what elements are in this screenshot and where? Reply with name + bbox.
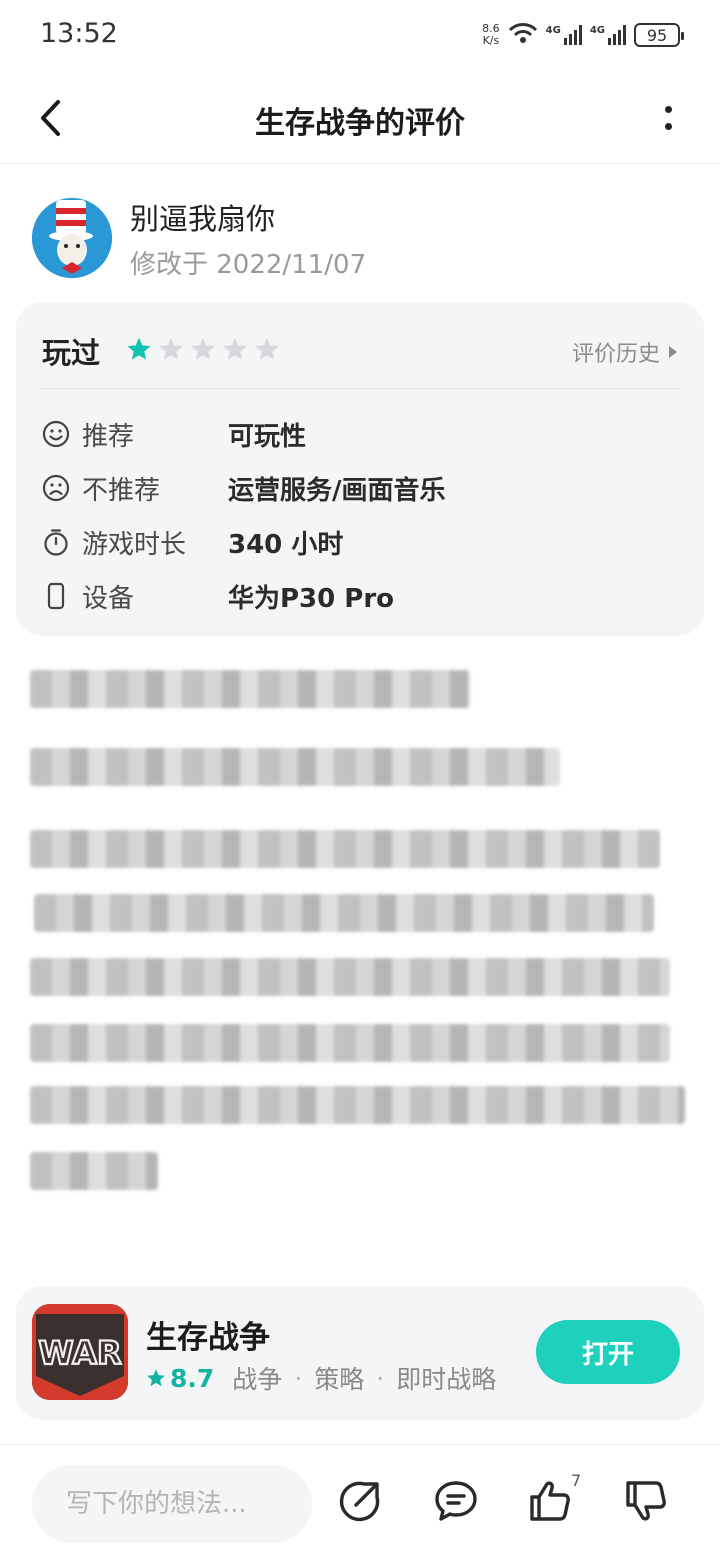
- battery-icon: 95: [634, 23, 684, 47]
- share-icon: [339, 1481, 380, 1522]
- status-bar: 13:52 8.6 K/s 4G 4G 95: [0, 0, 720, 72]
- info-row-recommend: 推荐 可玩性: [42, 414, 306, 454]
- review-summary-card: 玩过 评价历史 推荐 可玩性 不推荐 运营服务/画面音乐 游戏时长 340 小时…: [16, 302, 704, 636]
- phone-icon: [42, 582, 70, 610]
- page-title: 生存战争的评价: [255, 106, 465, 141]
- obscured-text-line: [30, 748, 560, 786]
- bottom-action-bar: 7: [0, 1444, 720, 1560]
- obscured-text-line: [30, 958, 670, 996]
- comment-icon: [435, 1481, 477, 1521]
- info-label: 不推荐: [82, 475, 161, 506]
- review-author: 别逼我扇你 修改于 2022/11/07: [32, 196, 366, 280]
- app-tag: 即时战略: [396, 1365, 497, 1394]
- review-history-link[interactable]: 评价历史: [572, 336, 678, 368]
- star-empty-icon: [191, 337, 215, 360]
- star-icon: [147, 1369, 165, 1387]
- thumbs-down-icon: [626, 1481, 666, 1521]
- status-icons: 8.6 K/s 4G 4G 95: [482, 20, 684, 50]
- avatar[interactable]: [32, 198, 112, 278]
- smile-icon: [42, 420, 70, 448]
- cell-signal-2-icon: 4G: [590, 25, 626, 45]
- info-label: 游戏时长: [82, 529, 187, 560]
- review-date: 修改于 2022/11/07: [130, 249, 367, 280]
- star-empty-icon: [223, 337, 247, 360]
- app-card[interactable]: WAR 生存战争 8.7 战争 · 策略 · 即时战略 打开: [16, 1286, 704, 1420]
- caret-right-icon: [669, 346, 677, 358]
- more-vertical-icon: [664, 106, 672, 113]
- author-name[interactable]: 别逼我扇你: [130, 196, 366, 238]
- comment-input[interactable]: [32, 1465, 312, 1543]
- obscured-text-line: [30, 1152, 158, 1190]
- obscured-text-line: [30, 830, 660, 868]
- info-row-not-recommend: 不推荐 运营服务/画面音乐: [42, 468, 446, 508]
- share-button[interactable]: [334, 1475, 386, 1527]
- app-meta: 8.7 战争 · 策略 · 即时战略: [146, 1360, 496, 1396]
- app-tag: 战争: [232, 1365, 283, 1394]
- more-options-button[interactable]: [656, 96, 680, 140]
- card-divider: [40, 388, 680, 389]
- star-empty-icon: [255, 337, 279, 360]
- app-header: 生存战争的评价: [0, 72, 720, 164]
- comment-button[interactable]: [430, 1475, 482, 1527]
- cell-signal-1-label: 4G: [545, 25, 561, 36]
- info-row-playtime: 游戏时长 340 小时: [42, 522, 343, 562]
- dislike-button[interactable]: [620, 1475, 672, 1527]
- obscured-text-line: [30, 670, 470, 708]
- star-filled-icon: [127, 337, 151, 360]
- app-icon[interactable]: WAR: [32, 1304, 128, 1400]
- app-icon-text: WAR: [38, 1334, 121, 1372]
- cell-signal-2-label: 4G: [589, 25, 605, 36]
- like-button[interactable]: [524, 1475, 576, 1527]
- network-speed: 8.6 K/s: [482, 23, 500, 47]
- obscured-text-line: [30, 1024, 670, 1062]
- wifi-icon: [508, 21, 538, 49]
- review-body-obscured: [30, 664, 690, 1204]
- network-speed-unit: K/s: [482, 34, 500, 47]
- info-row-device: 设备 华为P30 Pro: [42, 576, 394, 616]
- info-label: 推荐: [82, 421, 135, 452]
- review-history-label: 评价历史: [571, 342, 660, 367]
- app-rating-value: 8.7: [170, 1363, 215, 1393]
- frown-icon: [42, 474, 70, 502]
- open-app-button[interactable]: 打开: [536, 1320, 680, 1384]
- info-value: 340 小时: [228, 529, 344, 560]
- app-rating: 8.7: [146, 1364, 214, 1393]
- star-empty-icon: [159, 337, 183, 360]
- info-value: 华为P30 Pro: [228, 583, 395, 614]
- play-status: 玩过: [42, 336, 101, 370]
- timer-icon: [42, 528, 70, 556]
- like-count: 7: [571, 1471, 582, 1490]
- battery-level: 95: [646, 25, 668, 45]
- thumbs-up-icon: [530, 1481, 570, 1521]
- cell-signal-1-icon: 4G: [546, 25, 582, 45]
- info-value: 运营服务/画面音乐: [228, 475, 446, 506]
- obscured-text-line: [34, 894, 654, 932]
- info-value: 可玩性: [228, 421, 307, 452]
- info-label: 设备: [82, 583, 135, 614]
- app-tag: 策略: [314, 1365, 365, 1394]
- status-time: 13:52: [40, 18, 118, 49]
- app-name: 生存战争: [146, 1320, 270, 1356]
- obscured-text-line: [30, 1086, 685, 1124]
- star-rating: [126, 336, 280, 362]
